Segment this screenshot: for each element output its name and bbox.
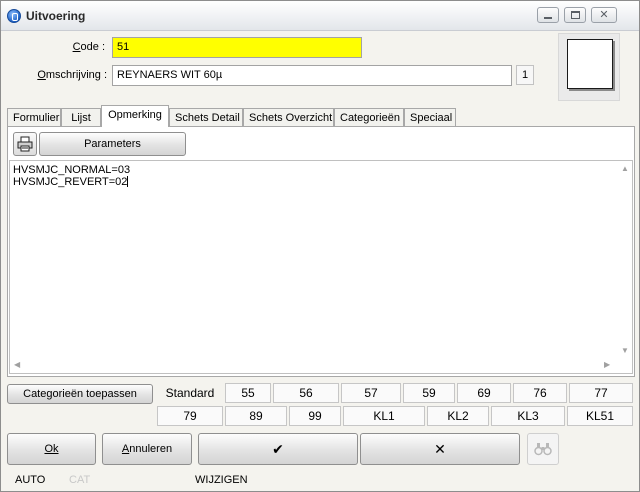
category-kl2[interactable]: KL2 [427,406,489,426]
vertical-scrollbar[interactable]: ▲ ▼ [617,161,632,359]
apply-categories-button[interactable]: Categorieën toepassen [7,384,153,404]
ok-label: Ok [44,443,59,455]
scroll-left-icon[interactable]: ◀ [14,361,20,369]
description-input[interactable]: REYNAERS WIT 60µ [112,65,512,86]
tab-speciaal[interactable]: Speciaal [404,108,456,127]
remarks-editor[interactable]: HVSMJC_NORMAL=03 HVSMJC_REVERT=02 ▲ ▼ ◀ … [9,160,633,374]
maximize-button[interactable] [564,7,586,23]
cancel-label: Annuleren [121,443,173,455]
cross-icon: ✕ [434,441,446,457]
tab-opmerking[interactable]: Opmerking [101,105,169,127]
scroll-down-icon[interactable]: ▼ [621,347,629,355]
cancel-button[interactable]: Annuleren [102,433,192,465]
tab-formulier[interactable]: Formulier [7,108,61,127]
search-button[interactable] [527,433,559,465]
title-bar: Uitvoering ✕ [1,1,639,31]
status-cat: CAT [69,474,91,486]
main-window: Uitvoering ✕ Code : 51 Omschrijving : RE… [0,0,640,492]
tab-schets-detail[interactable]: Schets Detail [169,108,243,127]
category-kl3[interactable]: KL3 [491,406,565,426]
close-button[interactable]: ✕ [591,7,617,23]
app-icon [7,9,21,23]
tab-schets-overzicht[interactable]: Schets Overzicht [243,108,334,127]
checkmark-icon: ✔ [272,441,284,457]
printer-icon [17,136,33,152]
window-title: Uitvoering [26,9,86,23]
binoculars-icon [534,443,552,456]
close-icon: ✕ [599,9,609,21]
tab-categorieen[interactable]: Categorieën [334,108,404,127]
horizontal-scrollbar[interactable]: ◀ ▶ [10,358,618,373]
remarks-text: HVSMJC_NORMAL=03 HVSMJC_REVERT=02 [13,164,130,188]
category-59[interactable]: 59 [403,383,455,403]
code-label: Code : [72,41,105,53]
category-kl1[interactable]: KL1 [343,406,425,426]
print-button[interactable] [13,132,37,156]
scroll-right-icon[interactable]: ▶ [604,361,610,369]
category-76[interactable]: 76 [513,383,567,403]
category-56[interactable]: 56 [273,383,339,403]
ok-button[interactable]: Ok [7,433,96,465]
remarks-line-2: HVSMJC_REVERT=02 [13,176,128,188]
minimize-button[interactable] [537,7,559,23]
status-mode: AUTO [15,474,46,486]
category-99[interactable]: 99 [289,406,341,426]
count-badge: 1 [516,65,534,85]
minimize-icon [544,17,552,19]
parameters-button[interactable]: Parameters [39,132,186,156]
discard-button[interactable]: ✕ [360,433,520,465]
category-kl51[interactable]: KL51 [567,406,633,426]
status-state: WIJZIGEN [195,474,248,486]
code-input[interactable]: 51 [112,37,362,58]
category-55[interactable]: 55 [225,383,271,403]
description-label: Omschrijving : [37,69,107,81]
category-77[interactable]: 77 [569,383,633,403]
category-89[interactable]: 89 [225,406,287,426]
confirm-button[interactable]: ✔ [198,433,358,465]
color-preview[interactable] [558,33,620,101]
category-69[interactable]: 69 [457,383,511,403]
color-swatch [567,39,613,89]
remarks-line-1: HVSMJC_NORMAL=03 [13,164,131,176]
category-79[interactable]: 79 [157,406,223,426]
category-standard[interactable]: Standard [157,383,223,403]
maximize-icon [571,11,580,19]
tab-lijst[interactable]: Lijst [61,108,101,127]
text-caret [127,176,129,187]
category-57[interactable]: 57 [341,383,401,403]
scroll-up-icon[interactable]: ▲ [621,165,629,173]
